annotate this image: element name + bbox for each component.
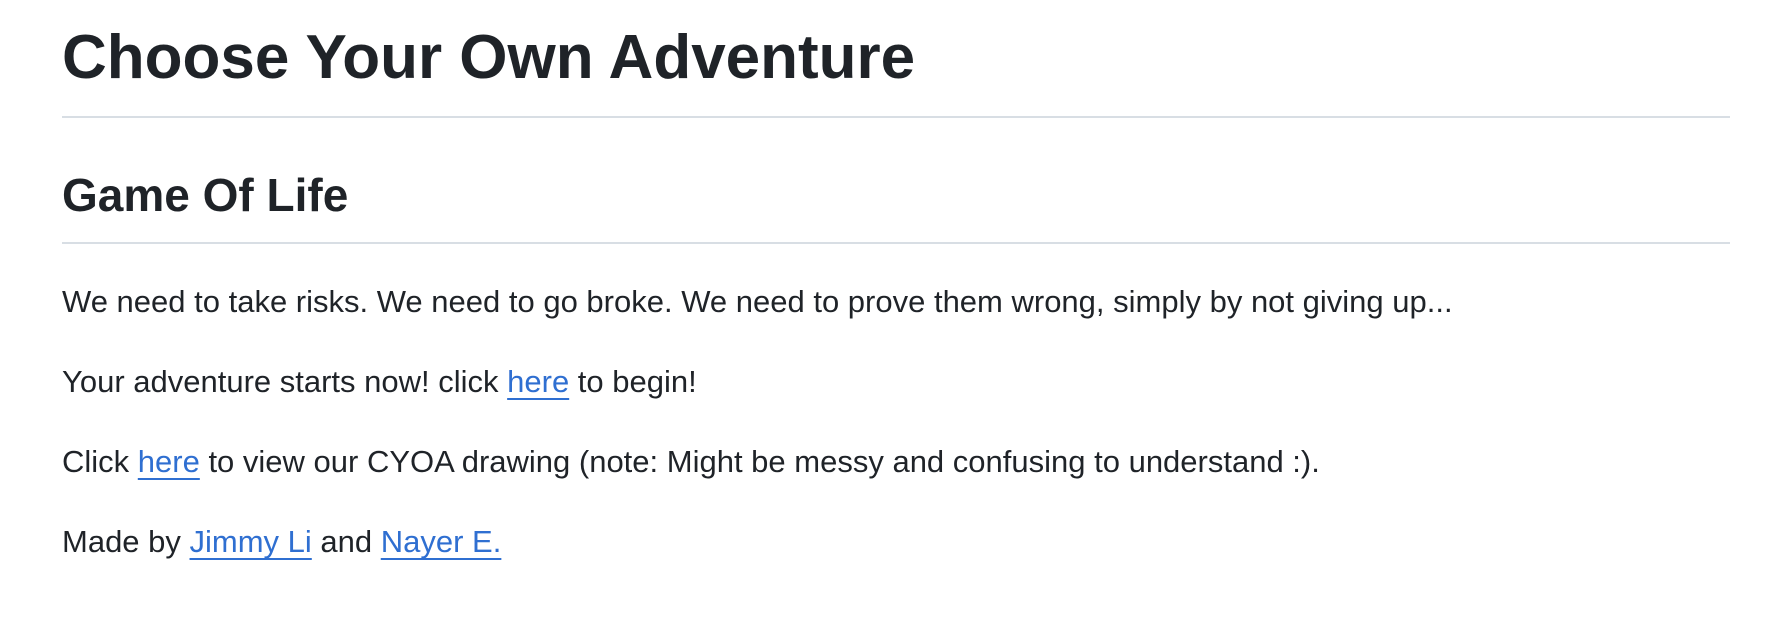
start-paragraph: Your adventure starts now! click here to… xyxy=(62,362,1730,402)
begin-adventure-link[interactable]: here xyxy=(507,364,569,399)
start-text-before: Your adventure starts now! click xyxy=(62,364,508,399)
start-text-after: to begin! xyxy=(569,364,697,399)
author-nayer-e-link[interactable]: Nayer E. xyxy=(381,524,502,559)
author-jimmy-li-link[interactable]: Jimmy Li xyxy=(190,524,312,559)
section-title: Game Of Life xyxy=(62,169,349,221)
credits-text-before: Made by xyxy=(62,524,190,559)
main-content: Choose Your Own Adventure Game Of Life W… xyxy=(62,0,1730,562)
drawing-text-before: Click xyxy=(62,444,138,479)
drawing-text-after: to view our CYOA drawing (note: Might be… xyxy=(199,444,1320,479)
page-title: Choose Your Own Adventure xyxy=(62,23,916,92)
view-drawing-link[interactable]: here xyxy=(138,444,200,479)
page: Choose Your Own Adventure Game Of Life W… xyxy=(0,0,1784,622)
drawing-paragraph: Click here to view our CYOA drawing (not… xyxy=(62,442,1730,482)
credits-text-middle: and xyxy=(311,524,381,559)
credits-paragraph: Made by Jimmy Li and Nayer E. xyxy=(62,522,1730,562)
intro-paragraph: We need to take risks. We need to go bro… xyxy=(62,284,1453,319)
section-divider xyxy=(62,242,1730,244)
